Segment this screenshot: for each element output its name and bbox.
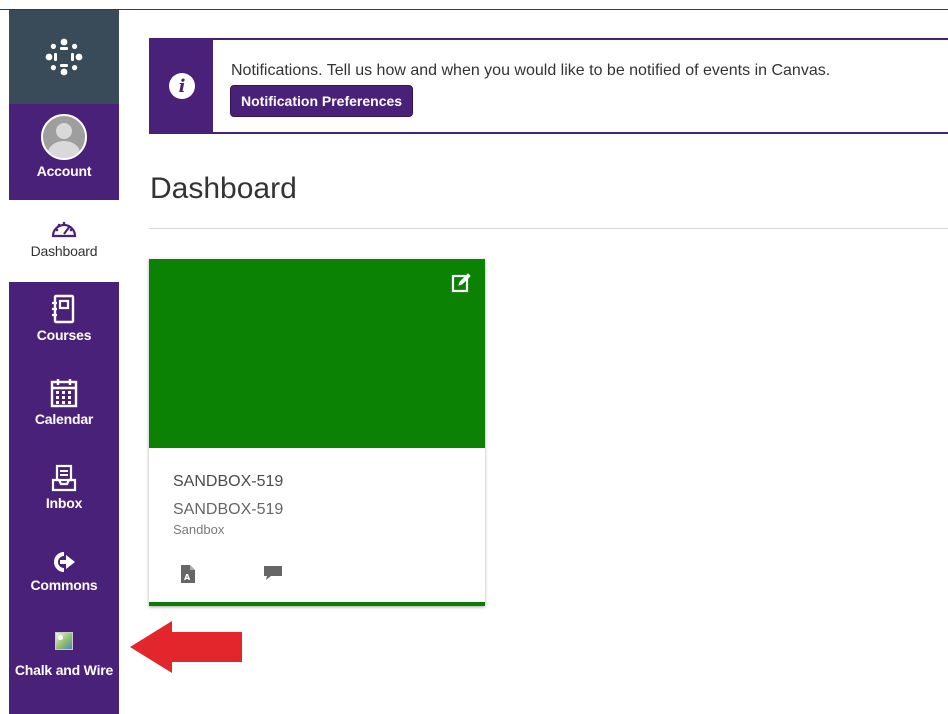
- sidebar-item-calendar[interactable]: Calendar: [9, 378, 119, 448]
- header-divider: [149, 228, 948, 229]
- sidebar-item-label: Account: [36, 163, 92, 179]
- global-navigation: Account Dashboard Courses Calendar Inbox…: [9, 10, 119, 714]
- red-annotation-arrow-icon: [130, 621, 242, 673]
- course-card-title[interactable]: SANDBOX-519: [173, 473, 283, 491]
- screenshot-left-margin: [0, 10, 9, 714]
- notification-banner: i Notifications. Tell us how and when yo…: [149, 38, 948, 134]
- course-card-actions: A: [180, 564, 284, 589]
- course-card-code: SANDBOX-519: [173, 501, 284, 518]
- edit-icon[interactable]: [451, 273, 471, 293]
- dashboard-gauge-icon: [51, 221, 77, 238]
- broken-image-icon: [55, 632, 73, 650]
- course-card[interactable]: SANDBOX-519 SANDBOX-519 Sandbox A: [149, 259, 485, 606]
- user-avatar-icon: [41, 114, 87, 160]
- sidebar-item-label: Calendar: [34, 411, 94, 427]
- canvas-logo[interactable]: [9, 10, 119, 104]
- sidebar-item-label: Chalk and Wire: [14, 662, 114, 678]
- sidebar-item-dashboard[interactable]: Dashboard: [9, 200, 119, 282]
- commons-arrow-icon: [54, 552, 75, 572]
- screenshot-top-border: [0, 0, 948, 10]
- assignments-icon[interactable]: A: [180, 564, 196, 589]
- notification-text: Notifications. Tell us how and when you …: [231, 62, 831, 79]
- sidebar-item-label: Courses: [36, 327, 92, 343]
- sidebar-item-account[interactable]: Account: [9, 114, 119, 198]
- sidebar-item-courses[interactable]: Courses: [9, 294, 119, 364]
- page-title: Dashboard: [150, 172, 297, 205]
- sidebar-item-label: Commons: [30, 577, 98, 593]
- svg-text:A: A: [184, 573, 191, 582]
- sidebar-item-chalk-and-wire[interactable]: Chalk and Wire: [9, 632, 119, 702]
- notification-preferences-button[interactable]: Notification Preferences: [230, 85, 414, 117]
- canvas-logo-icon: [45, 38, 83, 76]
- course-card-term: Sandbox: [173, 522, 225, 537]
- discussions-icon[interactable]: [262, 564, 284, 589]
- sidebar-item-inbox[interactable]: Inbox: [9, 464, 119, 532]
- inbox-tray-icon: [51, 464, 77, 492]
- calendar-icon: [50, 379, 78, 408]
- info-icon: i: [169, 73, 195, 99]
- sidebar-item-label: Inbox: [45, 495, 83, 511]
- sidebar-item-label: Dashboard: [30, 243, 98, 259]
- banner-icon-panel: i: [151, 40, 213, 132]
- courses-book-icon: [52, 294, 75, 324]
- course-card-hero[interactable]: [149, 259, 485, 448]
- sidebar-item-commons[interactable]: Commons: [9, 550, 119, 618]
